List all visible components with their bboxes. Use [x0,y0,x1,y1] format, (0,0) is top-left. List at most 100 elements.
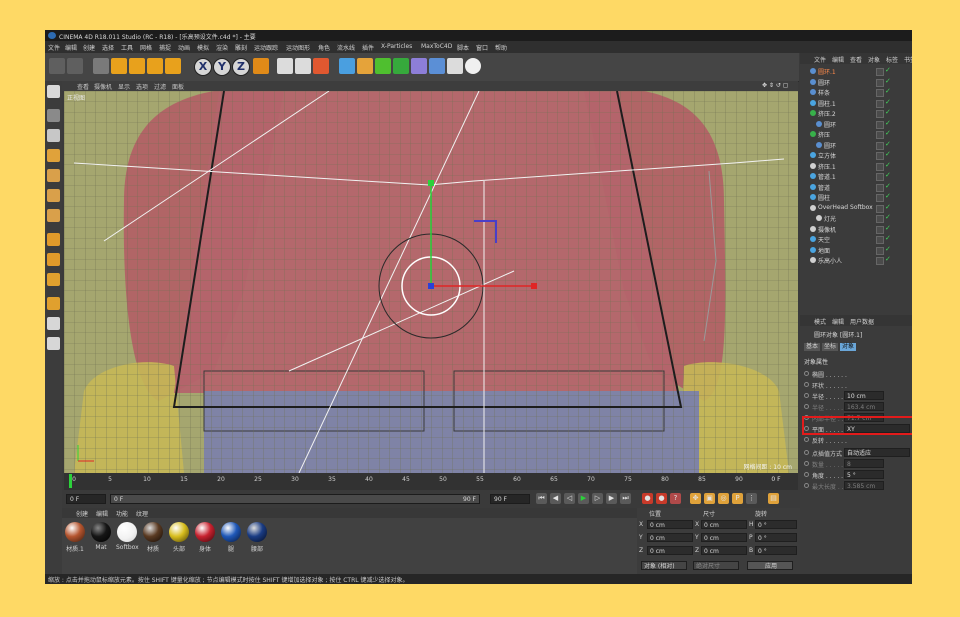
redo-icon[interactable] [67,58,83,74]
pen-icon[interactable] [357,58,373,74]
menu-xparticles[interactable]: X-Particles [381,43,412,50]
material-swatch[interactable]: 腿 [220,522,242,553]
material-swatch[interactable]: 头部 [168,522,190,553]
object-row[interactable]: 挤压.1 ✓ [800,161,912,171]
object-row[interactable]: 圆柱.1 ✓ [800,98,912,108]
attr-row-radius[interactable]: 半径 . . . . . . 10 cm [804,391,910,401]
object-row[interactable]: 立方体 ✓ [800,150,912,160]
x-axis-lock-button[interactable]: X [194,58,212,76]
attr-row-reverse[interactable]: 反转 . . . . . . [804,435,910,445]
material-menu-edit[interactable]: 编辑 [96,509,108,518]
snap-icon[interactable] [47,273,60,286]
menu-snap[interactable]: 捕捉 [159,43,171,52]
menu-tools[interactable]: 工具 [121,43,133,52]
y-axis-lock-button[interactable]: Y [213,58,231,76]
goto-start-icon[interactable]: ⏮ [536,493,547,504]
attr-row-max-length[interactable]: 最大长度 . . . . 3.585 cm [804,481,910,491]
attr-row-angle[interactable]: 角度 . . . . . .5 ° [804,470,910,480]
rotation-b-field[interactable]: 0 ° [755,546,797,555]
next-frame-icon[interactable]: ▷ [592,493,603,504]
points-mode-icon[interactable] [47,169,60,182]
menu-character[interactable]: 角色 [318,43,330,52]
attr-row-number[interactable]: 数量 . . . . . .8 [804,459,910,469]
object-row[interactable]: 管道 ✓ [800,182,912,192]
radius-field[interactable]: 10 cm [844,391,884,400]
play-icon[interactable]: ▶ [578,493,589,504]
object-row[interactable]: 圆柱 ✓ [800,192,912,202]
objmenu-view[interactable]: 查看 [850,55,862,64]
render-settings-icon[interactable] [313,58,329,74]
axis-mode-icon[interactable] [47,233,60,246]
attr-row-ellipse[interactable]: 椭圆 . . . . . . [804,369,910,379]
menu-simulate[interactable]: 模拟 [197,43,209,52]
menu-sculpt[interactable]: 雕刻 [235,43,247,52]
menu-mograph[interactable]: 运动图形 [286,43,310,52]
preview-range-slider[interactable]: 0 F 90 F [110,494,480,504]
objmenu-bookmarks[interactable]: 书签 [904,55,912,64]
menu-pipeline[interactable]: 流水线 [337,43,355,52]
size-z-field[interactable]: 0 cm [701,546,747,555]
lock-workplane-icon[interactable] [47,337,60,350]
cube-icon[interactable] [339,58,355,74]
object-row[interactable]: 挤压 ✓ [800,129,912,139]
menu-render[interactable]: 渲染 [216,43,228,52]
viewport-menu-view[interactable]: 查看 [77,82,89,91]
edges-mode-icon[interactable] [47,189,60,202]
workplane-grid-icon[interactable] [47,317,60,330]
objmenu-edit[interactable]: 编辑 [832,55,844,64]
deformer-icon[interactable] [411,58,427,74]
object-row[interactable]: 灯光 ✓ [800,213,912,223]
prev-key-icon[interactable]: ◀ [550,493,561,504]
coordinate-system-icon[interactable] [253,58,269,74]
position-y-field[interactable]: 0 cm [647,533,693,542]
key-pla-icon[interactable]: ⋮ [746,493,757,504]
object-row[interactable]: 乐高小人 ✓ [800,255,912,265]
next-key-icon[interactable]: ▶ [606,493,617,504]
material-swatch[interactable]: Mat [90,522,112,551]
start-frame-field[interactable]: 0 F [66,494,106,504]
position-x-field[interactable]: 0 cm [647,520,693,529]
magnet-icon[interactable] [47,297,60,310]
floor-icon[interactable] [429,58,445,74]
recent-tool-icon[interactable] [165,58,181,74]
keyframe-selection-icon[interactable]: ? [670,493,681,504]
camera-icon[interactable] [447,58,463,74]
objmenu-objects[interactable]: 对象 [868,55,880,64]
move-icon[interactable] [111,58,127,74]
viewport-nav-icons[interactable]: ✥ ⇕ ↺ ▢ [762,82,788,89]
light-icon[interactable] [465,58,481,74]
attr-row-ring[interactable]: 环状 . . . . . . [804,380,910,390]
make-editable-icon[interactable] [47,85,60,98]
subdivision-icon[interactable] [375,58,391,74]
menu-edit[interactable]: 编辑 [65,43,77,52]
menu-maxtoc4d[interactable]: MaxToC4D [421,43,452,50]
key-rotation-icon[interactable]: ◎ [718,493,729,504]
menu-help[interactable]: 帮助 [495,43,507,52]
attrmenu-mode[interactable]: 模式 [814,317,826,326]
front-viewport[interactable]: 正视图 网格间距 : 10 cm [64,91,798,473]
object-row[interactable]: 圆环.1 ✓ [800,66,912,76]
material-menu-function[interactable]: 功能 [116,509,128,518]
timeline-ruler[interactable]: 0 5 10 15 20 25 30 35 40 45 50 55 60 65 … [64,473,798,490]
rotation-p-field[interactable]: 0 ° [755,533,797,542]
end-frame-field[interactable]: 90 F [490,494,530,504]
z-axis-lock-button[interactable]: Z [232,58,250,76]
prev-frame-icon[interactable]: ◁ [564,493,575,504]
object-row[interactable]: 圆环 ✓ [800,77,912,87]
material-swatch[interactable]: 材质.1 [64,522,86,553]
live-select-icon[interactable] [93,58,109,74]
record-icon[interactable]: ● [642,493,653,504]
attr-row-interpolation[interactable]: 点插值方式 自动适应 [804,448,910,458]
material-menu-create[interactable]: 创建 [76,509,88,518]
tab-object[interactable]: 对象 [840,343,857,351]
array-icon[interactable] [393,58,409,74]
object-row[interactable]: 样条 ✓ [800,87,912,97]
tab-coordinates[interactable]: 坐标 [822,343,839,351]
render-picture-viewer-icon[interactable] [295,58,311,74]
material-menu-texture[interactable]: 纹理 [136,509,148,518]
attrmenu-userdata[interactable]: 用户数据 [850,317,874,326]
material-swatch[interactable]: 腰部 [246,522,268,553]
render-view-icon[interactable] [277,58,293,74]
menu-plugins[interactable]: 插件 [362,43,374,52]
apply-button[interactable]: 应用 [747,561,793,570]
